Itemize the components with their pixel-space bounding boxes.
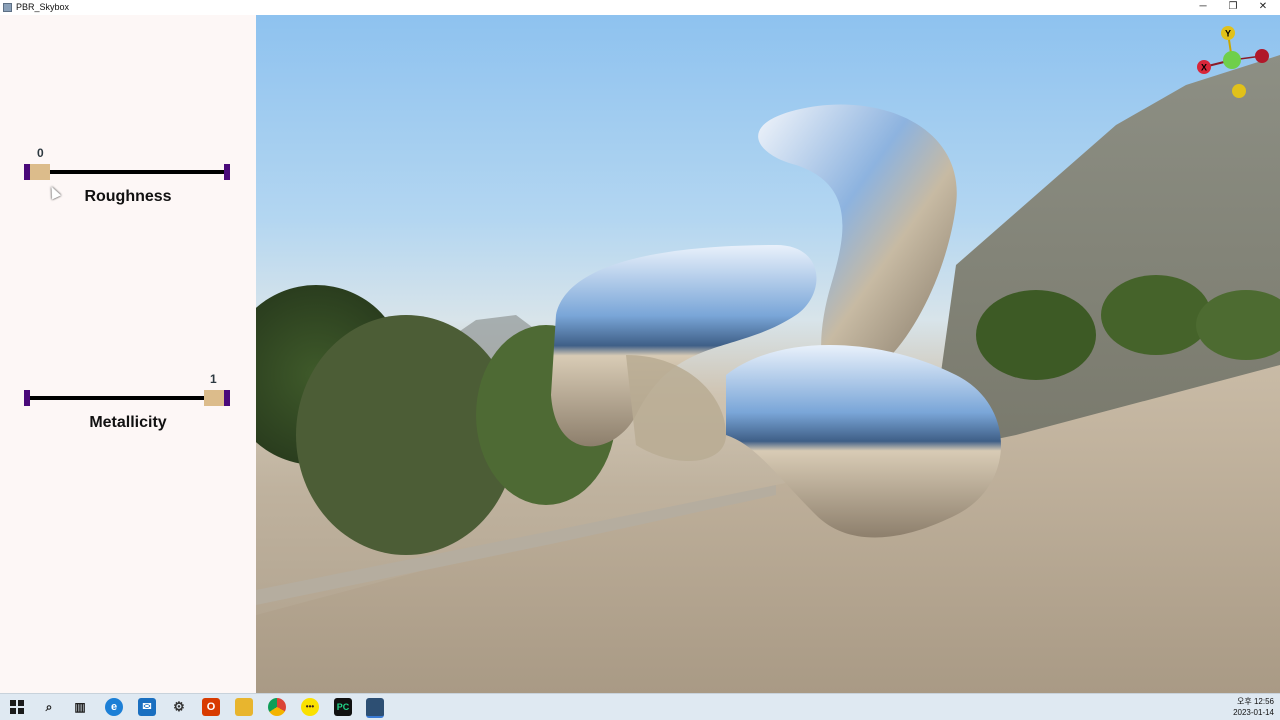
tree-right-2 (1101, 275, 1211, 355)
scene-render (256, 55, 1280, 693)
metallicity-label: Metallicity (89, 414, 167, 431)
clock-time: 오후 12:56 (1237, 697, 1274, 706)
metallicity-track[interactable] (28, 396, 228, 400)
office-icon[interactable]: O (202, 698, 220, 716)
kakaotalk-icon[interactable]: ••• (301, 698, 319, 716)
app-icon (3, 3, 12, 12)
tree-right-1 (976, 290, 1096, 380)
title-bar: PBR_Skybox ─ ❐ ✕ (0, 0, 1280, 15)
roughness-slider[interactable]: 0 Roughness (24, 146, 232, 216)
system-clock[interactable]: 오후 12:56 2023-01-14 (1233, 696, 1274, 718)
metallicity-max-cap (224, 390, 230, 406)
gizmo-neg-x[interactable] (1255, 49, 1269, 63)
taskbar: ⌕ ▥ e ✉ ⚙ O ••• PC 오후 12:56 2023-01-14 (0, 693, 1280, 720)
gizmo-y-label: Y (1225, 29, 1231, 39)
clock-date: 2023-01-14 (1233, 708, 1274, 717)
chrome-icon[interactable] (268, 698, 286, 716)
roughness-track[interactable] (28, 170, 228, 174)
metallicity-min-cap (24, 390, 30, 406)
app-window-icon[interactable] (366, 698, 384, 718)
windows-start-icon[interactable] (8, 698, 26, 716)
pycharm-icon[interactable]: PC (334, 698, 352, 716)
roughness-value: 0 (37, 146, 44, 160)
search-icon[interactable]: ⌕ (40, 698, 58, 716)
roughness-max-cap (224, 164, 230, 180)
metallicity-thumb[interactable] (204, 390, 224, 406)
control-panel (0, 15, 256, 693)
gizmo-neg-y[interactable] (1232, 84, 1246, 98)
minimize-button[interactable]: ─ (1188, 0, 1218, 15)
gizmo-z[interactable] (1223, 51, 1241, 69)
edge-icon[interactable]: e (105, 698, 123, 716)
settings-icon[interactable]: ⚙ (170, 698, 188, 716)
task-view-icon[interactable]: ▥ (71, 698, 89, 716)
maximize-button[interactable]: ❐ (1218, 0, 1248, 15)
close-button[interactable]: ✕ (1248, 0, 1278, 15)
mail-icon[interactable]: ✉ (138, 698, 156, 716)
metallicity-slider[interactable]: 1 Metallicity (24, 372, 232, 442)
chrome-knot (551, 104, 1001, 538)
render-viewport[interactable] (256, 15, 1280, 693)
metallicity-value: 1 (210, 372, 217, 386)
roughness-thumb[interactable] (30, 164, 50, 180)
orientation-gizmo[interactable]: X Y (1190, 22, 1270, 102)
gizmo-x-label: X (1201, 63, 1207, 73)
file-explorer-icon[interactable] (235, 698, 253, 716)
window-title: PBR_Skybox (16, 2, 70, 12)
